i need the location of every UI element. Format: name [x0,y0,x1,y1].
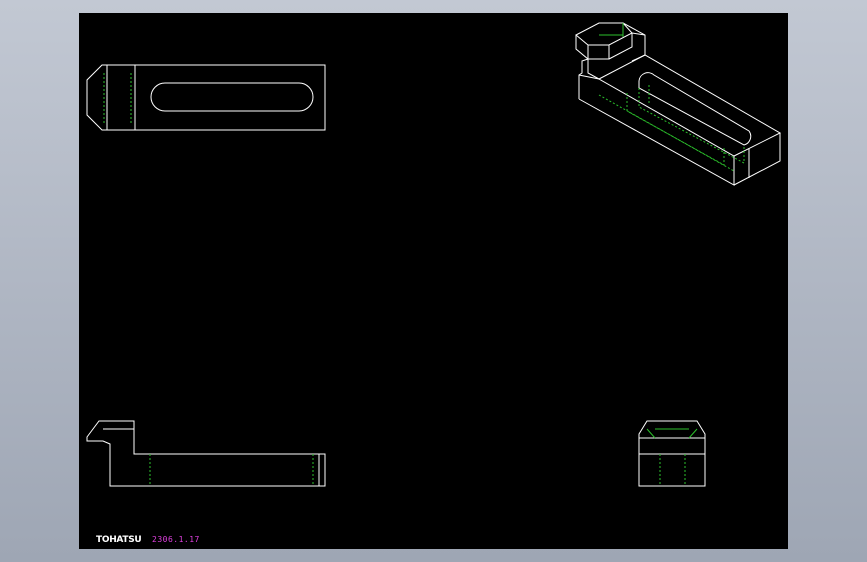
isometric-view[interactable] [575,22,782,186]
iso-body-top [597,54,782,157]
top-view-slot [150,82,314,112]
drawing-canvas[interactable] [79,13,788,549]
side-view[interactable] [638,420,706,487]
front-view[interactable] [86,420,326,487]
iso-body-side [733,133,781,186]
brand-label: TOHATSU [96,535,142,545]
front-view-outline [86,420,326,487]
side-view-hidden-chamfer [646,428,698,439]
cad-drawing-viewport[interactable]: TOHATSU 2306.1.17 [79,13,788,549]
date-stamp: 2306.1.17 [152,535,200,544]
iso-head-top [575,22,633,46]
iso-head-back [622,22,646,62]
iso-head-front [575,35,589,61]
top-view-outline [86,64,326,131]
top-view[interactable] [86,64,326,131]
iso-neck [578,58,600,99]
iso-hidden-slot-walls [626,88,745,166]
